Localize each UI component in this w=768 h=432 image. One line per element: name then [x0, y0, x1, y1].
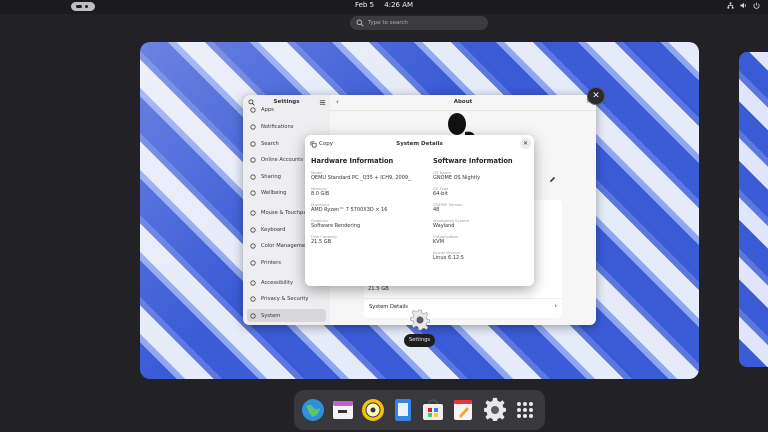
system-details-label: System Details: [369, 304, 408, 310]
detail-value: KVM: [433, 239, 445, 245]
sidebar-item-label: Keyboard: [261, 226, 286, 233]
disk-capacity-value: 21.5 GB: [368, 286, 389, 292]
detail-value: 8.0 GiB: [311, 191, 330, 197]
detail-value: AMD Ryzen™ 7 5700X3D × 16: [311, 207, 388, 213]
sidebar-item-privacy-security[interactable]: Privacy & Security: [247, 292, 326, 305]
sidebar-item-label: Mouse & Touchpad: [261, 209, 310, 216]
sidebar-item-label: Sharing: [261, 173, 281, 180]
search-icon: [356, 19, 364, 27]
detail-field: Virtualization KVM: [433, 234, 543, 245]
bell-icon: [250, 123, 256, 130]
clock-time: 4:26 AM: [384, 1, 414, 9]
system-tray[interactable]: [727, 2, 760, 9]
disk-icon[interactable]: [360, 397, 386, 423]
chevron-right-icon: ›: [554, 302, 557, 310]
sidebar-item-system[interactable]: System: [247, 309, 326, 322]
notes-icon[interactable]: [450, 397, 476, 423]
system-details-dialog: Copy System Details ✕ Hardware Informati…: [305, 135, 534, 286]
clock[interactable]: Feb 5 4:26 AM: [0, 1, 768, 9]
detail-value: Wayland: [433, 223, 455, 229]
search-input[interactable]: [368, 17, 482, 29]
keyboard-icon: [250, 226, 256, 233]
next-workspace-thumbnail[interactable]: [739, 52, 768, 367]
settings-gear-icon: [410, 309, 430, 331]
detail-value: 21.5 GB: [311, 239, 332, 245]
dialog-close-button[interactable]: ✕: [520, 138, 531, 149]
share-icon: [250, 173, 256, 180]
palette-icon: [250, 242, 256, 249]
search-icon: [250, 140, 256, 147]
hardware-heading: Hardware Information: [311, 157, 394, 165]
detail-value: QEMU Standard PC _Q35 + ICH9, 2009_: [311, 175, 411, 181]
printer-icon: [250, 259, 256, 266]
sidebar-item-apps[interactable]: Apps: [247, 103, 326, 116]
overview-search[interactable]: [350, 16, 488, 30]
heart-icon: [250, 189, 256, 196]
network-icon: [727, 2, 734, 9]
hardware-column: Hardware Information Model QEMU Standard …: [311, 157, 421, 245]
sidebar-item-label: Accessibility: [261, 279, 293, 286]
system-icon: [250, 312, 256, 319]
detail-field: Processor AMD Ryzen™ 7 5700X3D × 16: [311, 202, 421, 213]
detail-value: 64-bit: [433, 191, 448, 197]
calendar-icon[interactable]: [330, 397, 356, 423]
about-title: About: [453, 99, 473, 105]
software-heading: Software Information: [433, 157, 513, 165]
apps-icon: [250, 106, 256, 113]
dialog-title: System Details: [396, 141, 443, 147]
detail-field: Disk Capacity 21.5 GB: [311, 234, 421, 245]
software-store-icon[interactable]: [420, 397, 446, 423]
volume-icon: [740, 2, 746, 9]
detail-field: OS Name GNOME OS Nightly: [433, 170, 543, 181]
sidebar-item-label: Wellbeing: [261, 189, 287, 196]
dock: [294, 390, 545, 430]
power-icon: [753, 2, 760, 9]
window-title-label: Settings: [404, 334, 435, 347]
detail-value: Linux 6.12.5: [433, 255, 464, 261]
detail-field: Kernel Version Linux 6.12.5: [433, 250, 543, 261]
detail-value: 48: [433, 207, 440, 213]
detail-field: Model QEMU Standard PC _Q35 + ICH9, 2009_: [311, 170, 421, 181]
app-grid-icon[interactable]: [512, 397, 538, 423]
sidebar-item-label: Printers: [261, 259, 281, 266]
clock-date: Feb 5: [354, 1, 375, 9]
sidebar-item-label: Online Accounts: [261, 156, 304, 163]
detail-value: GNOME OS Nightly: [433, 175, 481, 181]
about-header: ‹ About ✕: [330, 95, 596, 111]
text-editor-icon[interactable]: [390, 397, 416, 423]
detail-field: OS Type 64-bit: [433, 186, 543, 197]
detail-field: Graphics Software Rendering: [311, 218, 421, 229]
sidebar-item-label: Apps: [261, 106, 274, 113]
detail-field: Memory 8.0 GiB: [311, 186, 421, 197]
shield-icon: [250, 295, 256, 302]
detail-value: Software Rendering: [311, 223, 361, 229]
detail-field: Windowing System Wayland: [433, 218, 543, 229]
sidebar-item-label: System: [261, 312, 281, 319]
system-details-row[interactable]: System Details ›: [364, 298, 562, 315]
web-browser-icon[interactable]: [300, 397, 326, 423]
sidebar-item-notifications[interactable]: Notifications: [247, 120, 326, 133]
sidebar-item-label: Search: [261, 140, 279, 147]
sidebar-item-label: Color Management: [261, 242, 311, 249]
software-column: Software Information OS Name GNOME OS Nig…: [433, 157, 543, 261]
detail-field: GNOME Version 48: [433, 202, 543, 213]
settings-gear-icon[interactable]: [482, 397, 508, 423]
sidebar-item-label: Privacy & Security: [261, 295, 309, 302]
edit-pencil-icon[interactable]: [549, 176, 556, 183]
cloud-icon: [250, 156, 256, 163]
sidebar-item-label: Notifications: [261, 123, 294, 130]
overview-close-window-button[interactable]: ✕: [587, 87, 605, 105]
top-bar: Feb 5 4:26 AM: [0, 0, 768, 14]
accessibility-icon: [250, 279, 256, 286]
mouse-icon: [250, 209, 256, 216]
